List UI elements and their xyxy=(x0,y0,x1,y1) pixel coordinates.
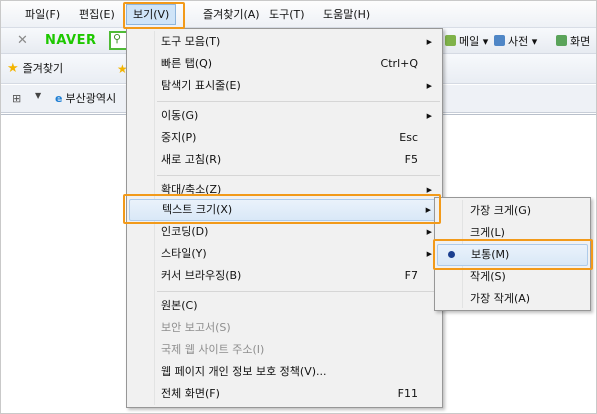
submenu-item-label: 보통(M) xyxy=(471,248,510,261)
menu-item-shortcut: Ctrl+Q xyxy=(380,57,418,70)
menu-item-label: 탐색기 표시줄(E) xyxy=(161,79,241,92)
menu-view[interactable]: 보기(V) xyxy=(126,4,177,25)
menu-item-stop[interactable]: 중지(P) Esc xyxy=(129,127,440,149)
dictionary-label: 사전 xyxy=(508,35,529,48)
close-toolbar-icon[interactable]: ✕ xyxy=(17,33,28,48)
screen-button[interactable]: 화면 xyxy=(556,33,590,49)
menu-item-label: 인코딩(D) xyxy=(161,225,209,238)
menu-item-toolbars[interactable]: 도구 모음(T) ▶ xyxy=(129,31,440,53)
menu-bar: 파일(F) 편집(E) 보기(V) 즐겨찾기(A) 도구(T) 도움말(H) xyxy=(1,1,596,28)
menu-item-label: 텍스트 크기(X) xyxy=(162,203,233,216)
submenu-item-medium[interactable]: 보통(M) xyxy=(437,244,588,266)
menu-item-label: 중지(P) xyxy=(161,131,197,144)
submenu-arrow-icon: ▶ xyxy=(426,186,432,194)
menu-item-encoding[interactable]: 인코딩(D) ▶ xyxy=(129,221,440,243)
menu-item-source[interactable]: 원본(C) xyxy=(129,295,440,317)
menu-item-quick-tabs[interactable]: 빠른 탭(Q) Ctrl+Q xyxy=(129,53,440,75)
menu-item-text-size[interactable]: 텍스트 크기(X) ▶ xyxy=(129,199,440,221)
mail-button[interactable]: 메일 ▾ xyxy=(445,33,488,49)
menu-item-full-screen[interactable]: 전체 화면(F) F11 xyxy=(129,383,440,405)
menu-item-security-report: 보안 보고서(S) xyxy=(129,317,440,339)
view-menu: 도구 모음(T) ▶ 빠른 탭(Q) Ctrl+Q 탐색기 표시줄(E) ▶ 이… xyxy=(126,28,443,408)
submenu-arrow-icon: ▶ xyxy=(426,250,432,258)
menu-item-explorer-bar[interactable]: 탐색기 표시줄(E) ▶ xyxy=(129,75,440,97)
menu-item-refresh[interactable]: 새로 고침(R) F5 xyxy=(129,149,440,171)
submenu-item-label: 가장 크게(G) xyxy=(470,204,532,217)
mail-icon xyxy=(445,35,456,46)
menu-file[interactable]: 파일(F) xyxy=(19,4,66,25)
screen-label: 화면 xyxy=(570,35,591,48)
browser-window: 파일(F) 편집(E) 보기(V) 즐겨찾기(A) 도구(T) 도움말(H) ✕… xyxy=(0,0,597,414)
menu-separator xyxy=(157,291,440,292)
submenu-item-smallest[interactable]: 가장 작게(A) xyxy=(437,288,588,310)
menu-item-zoom[interactable]: 확대/축소(Z) ▶ xyxy=(129,179,440,201)
submenu-item-label: 작게(S) xyxy=(470,270,506,283)
menu-item-international-address: 국제 웹 사이트 주소(I) xyxy=(129,339,440,361)
menu-item-label: 보안 보고서(S) xyxy=(161,321,231,334)
menu-help[interactable]: 도움말(H) xyxy=(317,4,376,25)
menu-item-label: 스타일(Y) xyxy=(161,247,207,260)
submenu-arrow-icon: ▶ xyxy=(425,206,431,214)
favorites-button[interactable]: ★ 즐겨찾기 xyxy=(7,60,63,78)
menu-item-shortcut: F11 xyxy=(397,387,418,400)
submenu-arrow-icon: ▶ xyxy=(426,82,432,90)
mail-label: 메일 xyxy=(459,35,480,48)
menu-item-label: 국제 웹 사이트 주소(I) xyxy=(161,343,265,356)
search-icon: ⚲ xyxy=(113,32,122,45)
naver-logo[interactable]: NAVER xyxy=(45,33,97,48)
submenu-item-smaller[interactable]: 작게(S) xyxy=(437,266,588,288)
menu-item-caret-browsing[interactable]: 커서 브라우징(B) F7 xyxy=(129,265,440,287)
menu-item-label: 이동(G) xyxy=(161,109,199,122)
menu-item-label: 도구 모음(T) xyxy=(161,35,221,48)
menu-item-label: 웹 페이지 개인 정보 보호 정책(V)... xyxy=(161,365,327,378)
menu-item-privacy-policy[interactable]: 웹 페이지 개인 정보 보호 정책(V)... xyxy=(129,361,440,383)
menu-edit[interactable]: 편집(E) xyxy=(73,4,121,25)
menu-item-label: 전체 화면(F) xyxy=(161,387,220,400)
menu-item-style[interactable]: 스타일(Y) ▶ xyxy=(129,243,440,265)
tab-list-dropdown-icon[interactable]: ▼ xyxy=(35,91,41,100)
menu-separator xyxy=(157,101,440,102)
text-size-submenu: 가장 크게(G) 크게(L) 보통(M) 작게(S) 가장 작게(A) xyxy=(434,197,591,311)
menu-separator xyxy=(157,175,440,176)
menu-item-shortcut: F5 xyxy=(404,153,418,166)
favorites-label: 즐겨찾기 xyxy=(22,62,64,75)
menu-item-go-to[interactable]: 이동(G) ▶ xyxy=(129,105,440,127)
menu-item-shortcut: F7 xyxy=(404,269,418,282)
submenu-arrow-icon: ▶ xyxy=(426,38,432,46)
menu-favorites[interactable]: 즐겨찾기(A) xyxy=(197,4,266,25)
screen-icon xyxy=(556,35,567,46)
quick-tabs-icon[interactable]: ⊞ xyxy=(12,92,30,106)
menu-item-label: 커서 브라우징(B) xyxy=(161,269,242,282)
menu-item-label: 확대/축소(Z) xyxy=(161,183,222,196)
radio-bullet-icon xyxy=(448,251,455,258)
submenu-item-larger[interactable]: 크게(L) xyxy=(437,222,588,244)
submenu-item-label: 크게(L) xyxy=(470,226,505,239)
submenu-item-largest[interactable]: 가장 크게(G) xyxy=(437,200,588,222)
submenu-arrow-icon: ▶ xyxy=(426,112,432,120)
tab-title: 부산광역시 xyxy=(65,92,117,105)
menu-item-shortcut: Esc xyxy=(399,131,418,144)
dictionary-button[interactable]: 사전 ▾ xyxy=(494,33,537,49)
dictionary-icon xyxy=(494,35,505,46)
menu-item-label: 원본(C) xyxy=(161,299,198,312)
star-icon: ★ xyxy=(7,61,19,76)
menu-tools[interactable]: 도구(T) xyxy=(263,4,311,25)
submenu-arrow-icon: ▶ xyxy=(426,228,432,236)
submenu-item-label: 가장 작게(A) xyxy=(470,292,531,305)
ie-icon: e xyxy=(55,92,63,105)
menu-item-label: 새로 고침(R) xyxy=(161,153,222,166)
menu-item-label: 빠른 탭(Q) xyxy=(161,57,213,70)
browser-tab[interactable]: e 부산광역시 xyxy=(51,89,131,111)
